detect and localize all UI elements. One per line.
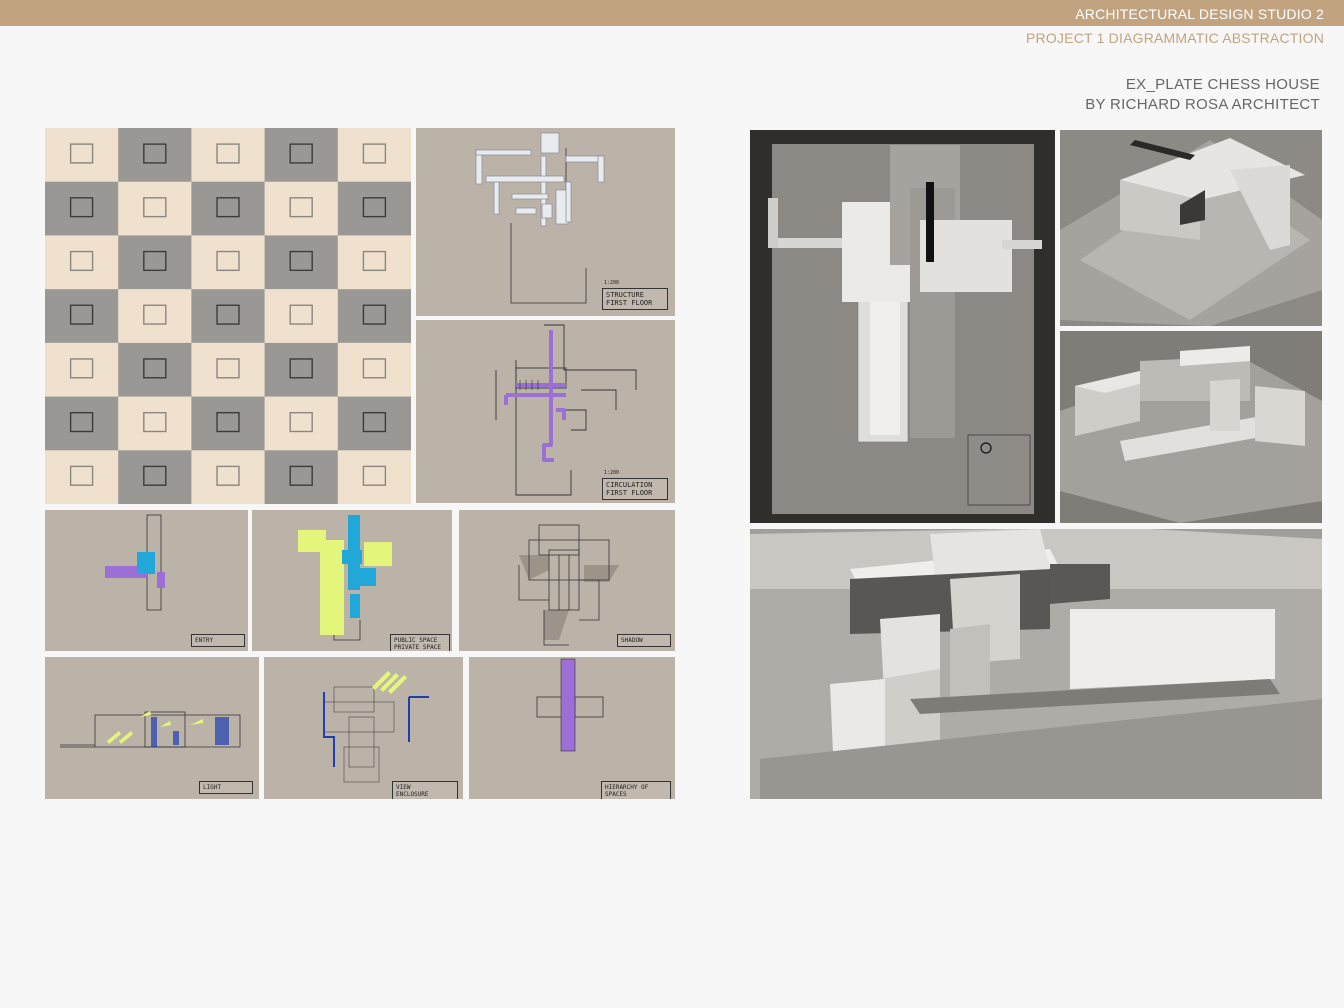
circulation-scale: 1:200 (604, 470, 620, 476)
chessboard-light-square (45, 342, 119, 398)
chessboard-light-square (45, 450, 119, 504)
chessboard-light-square (191, 450, 266, 504)
chessboard-dark-square (191, 181, 266, 236)
shadow-caption-line1: SHADOW (621, 637, 643, 644)
chessboard-light-square (337, 342, 411, 398)
subject-line-1: EX_PLATE CHESS HOUSE (1125, 76, 1320, 93)
chessboard-light-square (337, 128, 411, 183)
chessboard-light-square (264, 289, 339, 344)
view-caption-line1: VIEW (396, 784, 411, 791)
chessboard-dark-square (264, 450, 339, 504)
view-caption: VIEW ENCLOSURE (392, 781, 458, 799)
structure-caption-line1: STRUCTURE (606, 291, 644, 299)
chessboard-dark-square (191, 396, 266, 451)
chessboard-dark-square (45, 396, 119, 451)
chessboard-light-square (118, 396, 192, 451)
project-title: PROJECT 1 DIAGRAMMATIC ABSTRACTION (1026, 30, 1324, 46)
light-diagram-panel: LIGHT (45, 657, 259, 799)
zoning-caption-line1: ENTRY (195, 637, 214, 644)
chessboard-light-square (337, 450, 411, 504)
chessboard-dark-square (118, 450, 192, 504)
circulation-caption: CIRCULATION FIRST FLOOR (602, 478, 668, 500)
chessboard-dark-square (118, 128, 192, 183)
chessboard-dark-square (264, 235, 339, 290)
shadow-diagram-image (518, 524, 619, 646)
model-top-view-image (750, 130, 1055, 523)
structure-caption: STRUCTURE FIRST FLOOR (602, 288, 668, 310)
circulation-diagram-image (495, 324, 637, 496)
model-perspective-photo-1 (1060, 130, 1322, 326)
circulation-caption-line1: CIRCULATION (606, 481, 653, 489)
chessboard-dark-square (337, 396, 411, 451)
chessboard-dark-square (191, 289, 266, 344)
zoning-diagram-image (105, 514, 165, 611)
public-private-line2: PRIVATE SPACE (394, 644, 441, 651)
model-perspective-image-2 (1060, 331, 1322, 523)
chessboard-dark-square (337, 181, 411, 236)
chessboard-diagram-panel (45, 128, 411, 504)
zoning-caption: ENTRY (191, 634, 245, 647)
model-perspective-photo-large (750, 529, 1322, 799)
chessboard-light-square (264, 181, 339, 236)
hierarchy-diagram-panel: HIERARCHY OF SPACES (469, 657, 675, 799)
chessboard-light-square (191, 235, 266, 290)
chessboard-light-square (45, 235, 119, 290)
model-perspective-image-1 (1060, 130, 1322, 326)
chessboard-dark-square (264, 128, 339, 183)
view-diagram-image (323, 671, 429, 783)
view-diagram-panel: VIEW ENCLOSURE (264, 657, 463, 799)
public-private-caption: PUBLIC SPACE PRIVATE SPACE (390, 634, 450, 651)
chessboard-dark-square (118, 235, 192, 290)
subject-title: EX_PLATE CHESS HOUSE BY RICHARD ROSA ARC… (1085, 75, 1320, 115)
view-caption-line2: ENCLOSURE (396, 791, 429, 798)
shadow-diagram-panel: SHADOW (459, 510, 675, 651)
public-private-diagram-panel: PUBLIC SPACE PRIVATE SPACE (252, 510, 452, 651)
public-private-diagram-image (298, 515, 392, 641)
structure-diagram-panel: STRUCTURE FIRST FLOOR 1:200 (416, 128, 675, 316)
shadow-caption: SHADOW (617, 634, 671, 647)
circulation-caption-line2: FIRST FLOOR (606, 489, 653, 497)
chessboard-dark-square (45, 181, 119, 236)
structure-scale: 1:200 (604, 280, 620, 286)
chessboard-dark-square (118, 342, 192, 398)
hierarchy-caption-line1: HIERARCHY OF SPACES (605, 784, 649, 798)
chessboard-light-square (191, 128, 266, 183)
zoning-diagram-panel: ENTRY (45, 510, 248, 651)
structure-caption-line2: FIRST FLOOR (606, 299, 653, 307)
chessboard-light-square (264, 396, 339, 451)
light-caption: LIGHT (199, 781, 253, 794)
chessboard-light-square (337, 235, 411, 290)
chessboard-image (45, 128, 411, 504)
hierarchy-diagram-image (536, 658, 604, 752)
light-caption-line1: LIGHT (203, 784, 222, 791)
chessboard-dark-square (337, 289, 411, 344)
chessboard-light-square (118, 289, 192, 344)
public-private-line1: PUBLIC SPACE (394, 637, 438, 644)
chessboard-light-square (191, 342, 266, 398)
model-top-view-photo (750, 130, 1055, 523)
circulation-diagram-panel: CIRCULATION FIRST FLOOR 1:200 (416, 320, 675, 503)
chessboard-light-square (118, 181, 192, 236)
hierarchy-caption: HIERARCHY OF SPACES (601, 781, 671, 799)
light-diagram-image (60, 711, 241, 748)
model-perspective-image-large (750, 529, 1322, 799)
chessboard-dark-square (264, 342, 339, 398)
chessboard-light-square (45, 128, 119, 183)
chessboard-dark-square (45, 289, 119, 344)
subject-line-2: BY RICHARD ROSA ARCHITECT (1085, 96, 1320, 113)
model-perspective-photo-2 (1060, 331, 1322, 523)
studio-title: ARCHITECTURAL DESIGN STUDIO 2 (1075, 6, 1324, 22)
